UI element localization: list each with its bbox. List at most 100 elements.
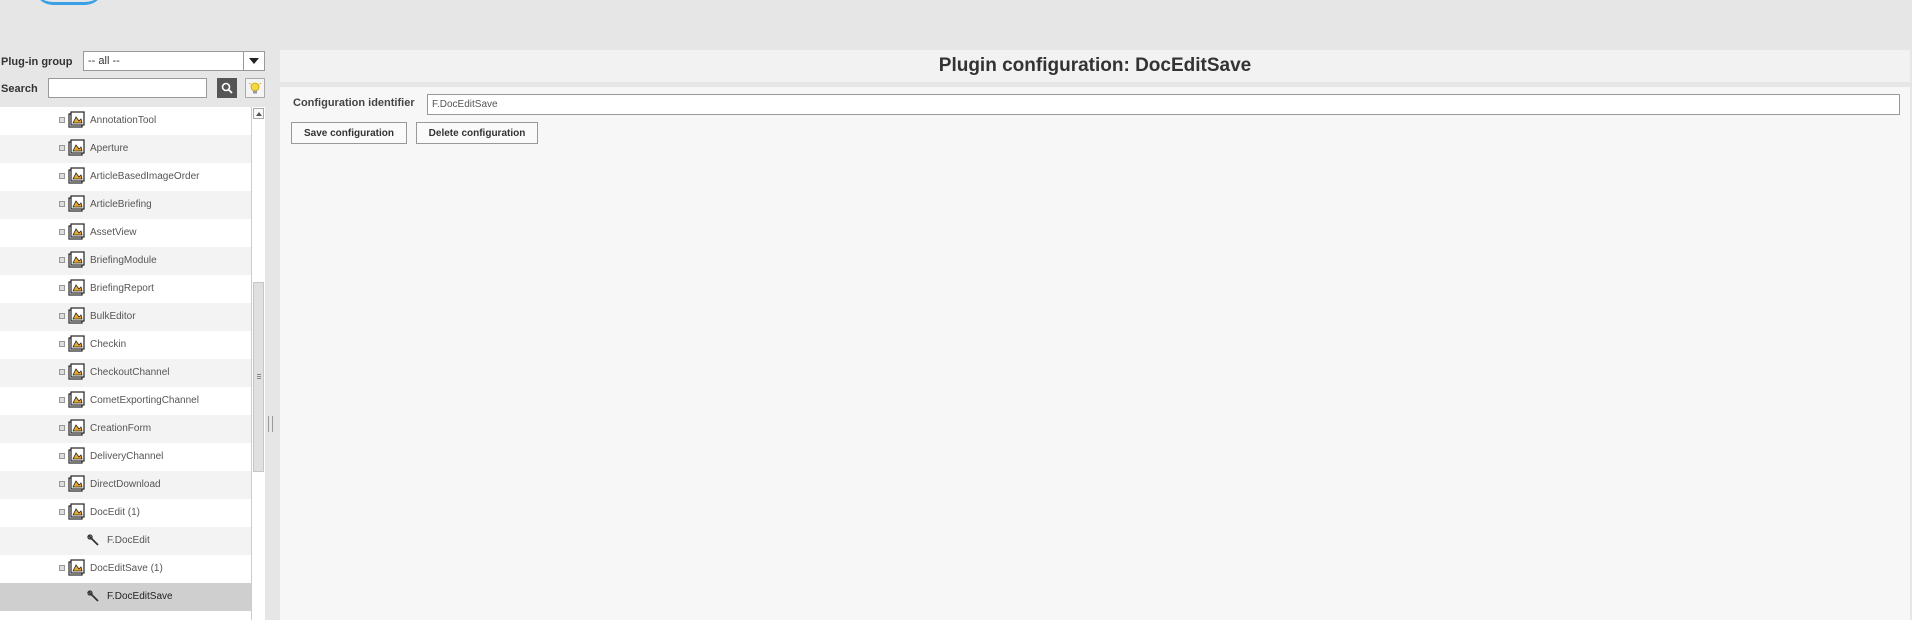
hint-button[interactable] (245, 78, 265, 98)
tree-item-label: BulkEditor (90, 311, 136, 322)
plugin-group-value: -- all -- (88, 55, 120, 67)
tree-item-group[interactable]: CometExportingChannel (0, 387, 251, 415)
left-panel: Plug-in group -- all -- Search Annotatio… (0, 50, 268, 620)
tree-item-group[interactable]: AssetView (0, 219, 251, 247)
expand-toggle-icon[interactable] (59, 425, 65, 431)
tree-item-group[interactable]: BriefingModule (0, 247, 251, 275)
tree-item-group[interactable]: BriefingReport (0, 275, 251, 303)
plugin-folder-icon (68, 111, 86, 129)
plugin-folder-icon (68, 195, 86, 213)
title-bar: Plugin configuration: DocEditSave (280, 50, 1910, 82)
tree-item-group[interactable]: DocEditSave (1) (0, 555, 251, 583)
tree-item-config[interactable]: F.DocEditSave (0, 583, 251, 611)
grip-line (257, 376, 261, 377)
page-title: Plugin configuration: DocEditSave (938, 55, 1252, 76)
search-button[interactable] (217, 78, 237, 98)
expand-toggle-icon[interactable] (59, 397, 65, 403)
save-configuration-button[interactable]: Save configuration (291, 122, 407, 144)
chevron-down-icon (249, 58, 259, 64)
tree-item-label: DeliveryChannel (90, 451, 164, 462)
expand-toggle-icon[interactable] (59, 481, 65, 487)
dropdown-button[interactable] (243, 52, 264, 70)
expand-toggle-icon[interactable] (59, 229, 65, 235)
logo (34, 0, 104, 5)
expand-toggle-icon[interactable] (59, 453, 65, 459)
arrow-up-icon (255, 111, 262, 116)
tree-item-label: CometExportingChannel (90, 395, 199, 406)
plugin-folder-icon (68, 419, 86, 437)
plugin-folder-icon (68, 251, 86, 269)
tree-item-group[interactable]: CheckoutChannel (0, 359, 251, 387)
expand-toggle-icon[interactable] (59, 369, 65, 375)
plugin-folder-icon (68, 167, 86, 185)
tree-item-group[interactable]: Checkin (0, 331, 251, 359)
expand-toggle-icon[interactable] (59, 565, 65, 571)
expand-toggle-icon[interactable] (59, 313, 65, 319)
tree-item-label: DirectDownload (90, 479, 161, 490)
tree-item-label: Aperture (90, 143, 129, 154)
expand-toggle-icon[interactable] (59, 145, 65, 151)
tree-item-group[interactable]: Aperture (0, 135, 251, 163)
tree-item-label: DocEdit (1) (90, 507, 141, 518)
search-icon (221, 82, 233, 94)
config-panel: Configuration identifier Save configurat… (280, 87, 1910, 620)
tree-item-label: AnnotationTool (90, 115, 157, 126)
tree-item-group[interactable]: DirectDownload (0, 471, 251, 499)
search-label: Search (1, 83, 38, 95)
plugin-folder-icon (68, 335, 86, 353)
tree-item-config[interactable]: F.DocEdit (0, 527, 251, 555)
config-identifier-label: Configuration identifier (293, 97, 415, 109)
lightbulb-icon (248, 82, 262, 94)
plugin-group-select[interactable]: -- all -- (83, 51, 265, 71)
config-identifier-field[interactable] (427, 94, 1900, 115)
wrench-icon (87, 590, 101, 604)
tree-item-group[interactable]: ArticleBasedImageOrder (0, 163, 251, 191)
plugin-folder-icon (68, 503, 86, 521)
search-row: Search (0, 77, 268, 101)
expand-toggle-icon[interactable] (59, 509, 65, 515)
tree-item-label: AssetView (90, 227, 137, 238)
tree-item-group[interactable]: ArticleBriefing (0, 191, 251, 219)
tree-item-group[interactable]: DeliveryChannel (0, 443, 251, 471)
scroll-thumb[interactable] (253, 282, 264, 472)
plugin-group-row: Plug-in group -- all -- (0, 50, 268, 74)
scroll-up-button[interactable] (253, 108, 264, 119)
plugin-folder-icon (68, 475, 86, 493)
tree-item-group[interactable]: DocEdit (1) (0, 499, 251, 527)
plugin-folder-icon (68, 447, 86, 465)
wrench-icon (87, 534, 101, 548)
tree-scrollbar[interactable] (251, 107, 265, 620)
plugin-folder-icon (68, 559, 86, 577)
tree-item-label: BriefingReport (90, 283, 154, 294)
tree-item-label: DocEditSave (1) (90, 563, 163, 574)
search-input[interactable] (48, 78, 207, 98)
tree-item-label: CreationForm (90, 423, 152, 434)
grip-line (257, 374, 261, 375)
tree-item-group[interactable]: CreationForm (0, 415, 251, 443)
tree-item-label: F.DocEditSave (107, 591, 173, 602)
plugin-folder-icon (68, 391, 86, 409)
grip-line (257, 378, 261, 379)
delete-configuration-button[interactable]: Delete configuration (416, 122, 538, 144)
tree-item-label: ArticleBriefing (90, 199, 152, 210)
expand-toggle-icon[interactable] (59, 257, 65, 263)
expand-toggle-icon[interactable] (59, 117, 65, 123)
tree-item-group[interactable]: AnnotationTool (0, 107, 251, 135)
expand-toggle-icon[interactable] (59, 341, 65, 347)
tree-item-group[interactable]: BulkEditor (0, 303, 251, 331)
tree-item-label: ArticleBasedImageOrder (90, 171, 200, 182)
plugin-folder-icon (68, 279, 86, 297)
plugin-folder-icon (68, 307, 86, 325)
plugin-folder-icon (68, 223, 86, 241)
tree-item-label: Checkin (90, 339, 127, 350)
tree-item-label: F.DocEdit (107, 535, 150, 546)
expand-toggle-icon[interactable] (59, 173, 65, 179)
expand-toggle-icon[interactable] (59, 201, 65, 207)
plugin-tree: AnnotationTool Aperture ArticleBasedImageO… (0, 107, 251, 620)
plugin-folder-icon (68, 363, 86, 381)
expand-toggle-icon[interactable] (59, 285, 65, 291)
plugin-folder-icon (68, 139, 86, 157)
tree-item-label: BriefingModule (90, 255, 157, 266)
tree-item-label: CheckoutChannel (90, 367, 170, 378)
panel-splitter[interactable] (268, 416, 273, 432)
